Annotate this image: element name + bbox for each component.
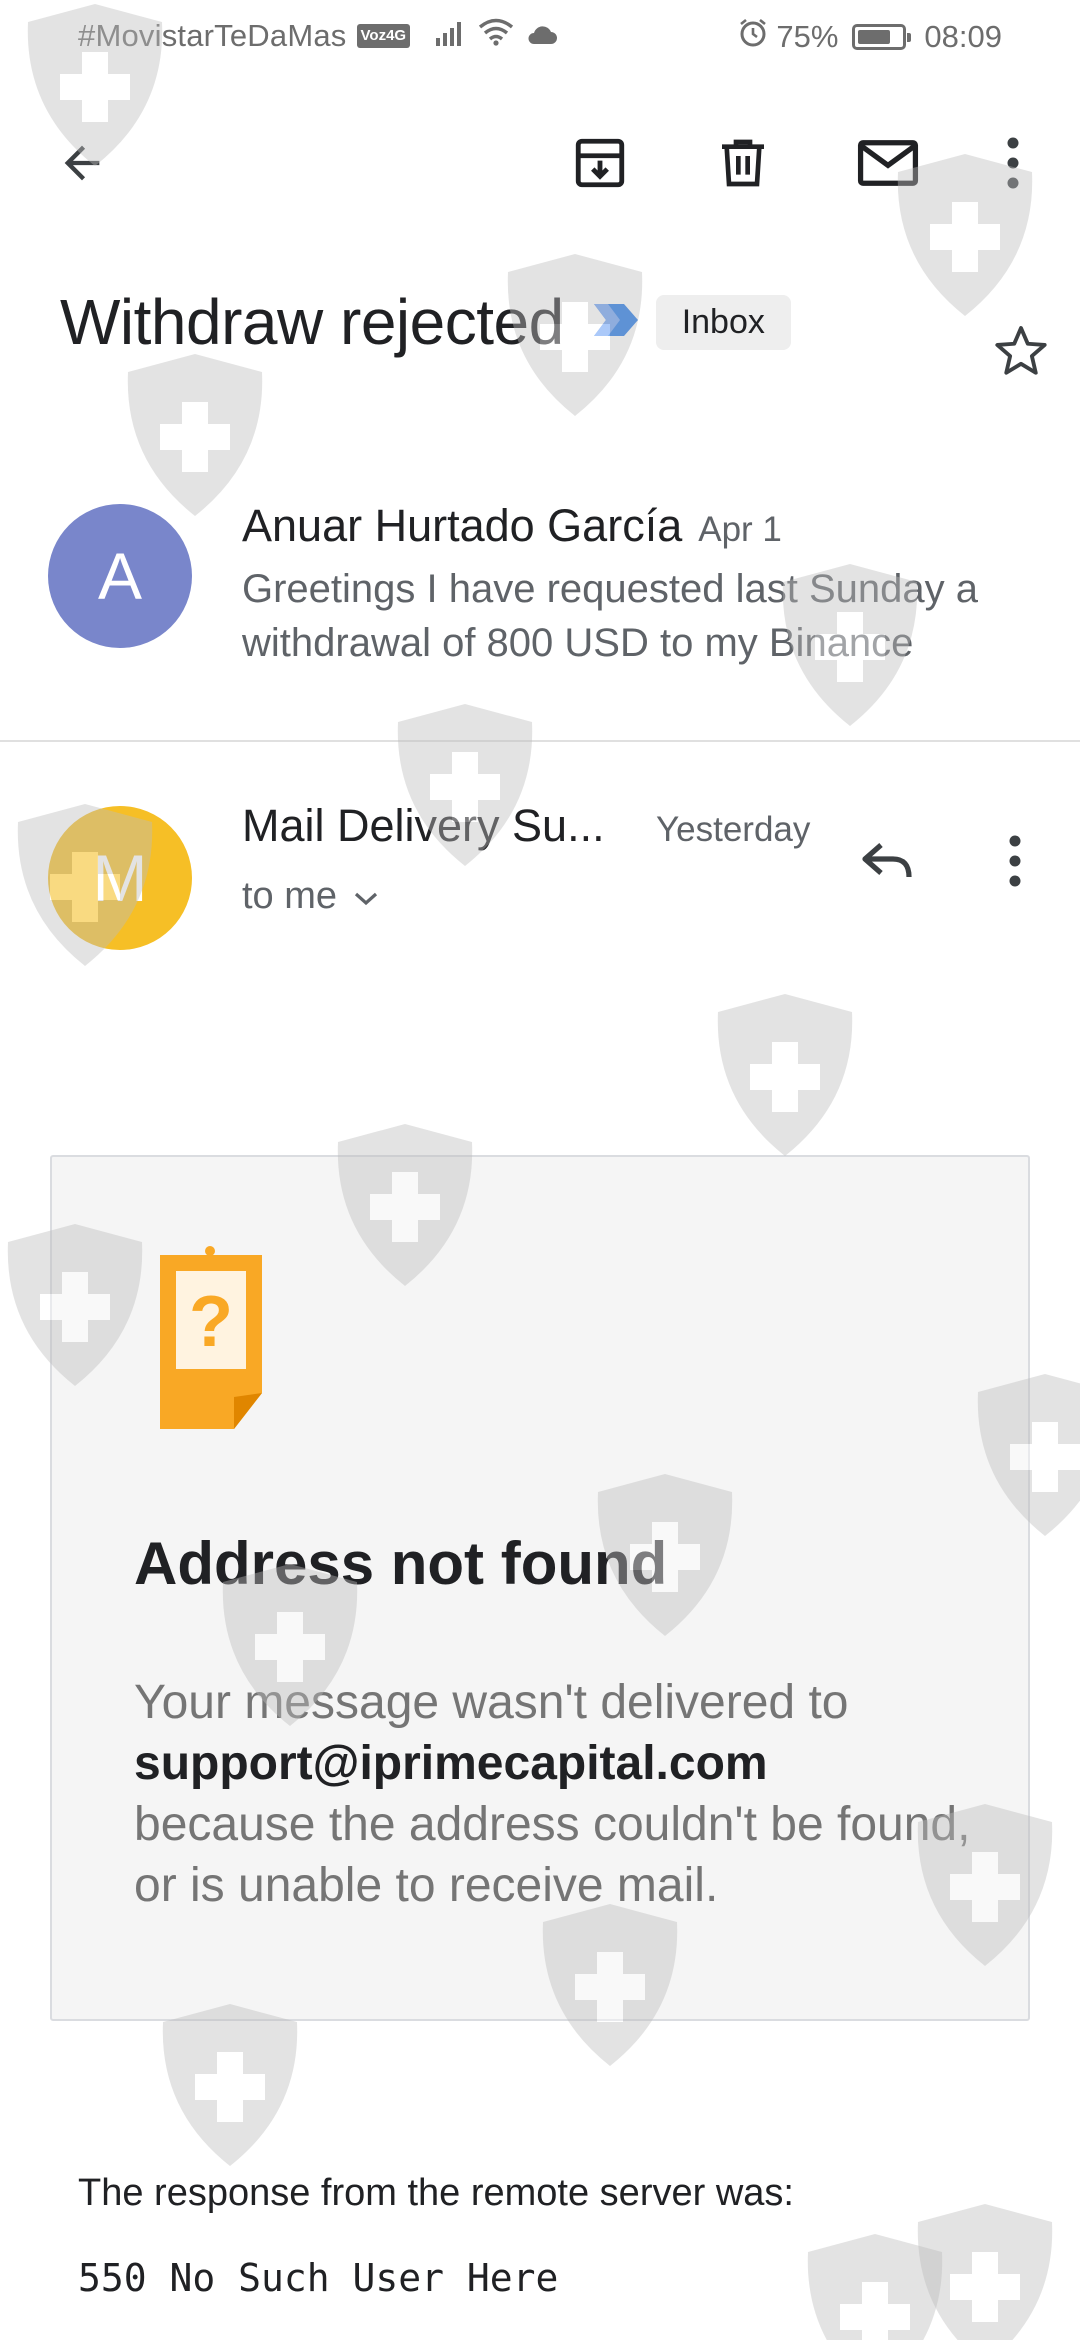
bounce-notice-card: ? Address not found Your message wasn't … [50,1155,1030,2021]
bounce-body: Your message wasn't delivered to support… [134,1672,974,1916]
network-badge: Voz4G [356,24,411,48]
message-date: Yesterday [656,810,811,849]
subject-row: Withdraw rejected Inbox [60,285,1040,359]
more-options-button[interactable] [963,110,1063,220]
sender-name: Anuar Hurtado García [242,500,683,551]
reply-icon [859,841,915,886]
archive-button[interactable] [550,110,650,220]
arrow-back-icon [56,137,108,194]
battery-icon [852,24,912,50]
status-left: #MovistarTeDaMas Voz4G [78,18,558,54]
avatar-letter: M [92,841,148,915]
message-snippet: Greetings I have requested last Sunday a… [242,567,979,665]
battery-fill [858,30,891,44]
watermark-shield-icon [155,2000,305,2170]
thread-subject: Withdraw rejected [60,286,564,358]
bounce-email[interactable]: support@iprimecapital.com [134,1733,974,1794]
more-vert-icon [1008,835,1022,892]
bounce-body-before: Your message wasn't delivered to [134,1676,849,1729]
svg-text:?: ? [189,1282,233,1362]
expanded-message-header: M Mail Delivery Su... Yesterday to me [0,790,1080,970]
address-not-found-icon: ? [158,1245,266,1440]
trash-icon [715,134,771,197]
star-button[interactable] [986,318,1056,388]
chevron-down-icon [353,875,379,918]
sender-avatar[interactable]: M [48,806,192,950]
server-response-code: 550 No Such User Here [78,2256,559,2300]
cloud-icon [526,18,558,54]
watermark-shield-icon [800,2230,950,2340]
recipient-label: to me [242,875,338,917]
mark-unread-button[interactable] [838,110,938,220]
avatar-letter: A [97,539,143,613]
status-bar: #MovistarTeDaMas Voz4G 75% 08:09 [0,0,1080,72]
star-outline-icon [991,322,1051,385]
battery-percent: 75% [776,19,839,54]
collapsed-message[interactable]: A Anuar Hurtado García Apr 1 Greetings I … [0,490,1080,740]
recipient-details-toggle[interactable]: to me [242,875,379,918]
carrier-name: #MovistarTeDaMas [78,18,347,53]
bounce-title: Address not found [134,1530,668,1597]
clock: 08:09 [924,19,1002,54]
more-vert-icon [1006,137,1020,194]
watermark-shield-icon [710,990,860,1160]
server-response-intro: The response from the remote server was: [78,2172,794,2214]
gmail-message-screen: #MovistarTeDaMas Voz4G 75% 08:09 Withdra… [0,0,1080,2340]
status-right: 75% 08:09 [738,18,1002,56]
watermark-shield-icon [910,2200,1060,2340]
importance-marker-icon[interactable] [592,298,644,347]
message-more-button[interactable] [980,828,1050,898]
alarm-icon [738,18,768,56]
sender-name: Mail Delivery Su... [242,800,605,851]
message-date: Apr 1 [698,510,782,549]
archive-icon [571,134,629,197]
bounce-body-after: because the address couldn't be found, o… [134,1798,971,1912]
reply-button[interactable] [852,828,922,898]
sender-avatar[interactable]: A [48,504,192,648]
back-button[interactable] [32,110,132,220]
action-toolbar [0,110,1080,220]
inbox-label[interactable]: Inbox [655,294,791,350]
mail-icon [857,138,919,193]
sender-row: Anuar Hurtado García Apr 1 [242,500,782,552]
message-divider [0,740,1080,742]
signal-icon [436,18,466,54]
delete-button[interactable] [693,110,793,220]
wifi-icon [478,18,514,54]
status-icons [436,18,558,54]
